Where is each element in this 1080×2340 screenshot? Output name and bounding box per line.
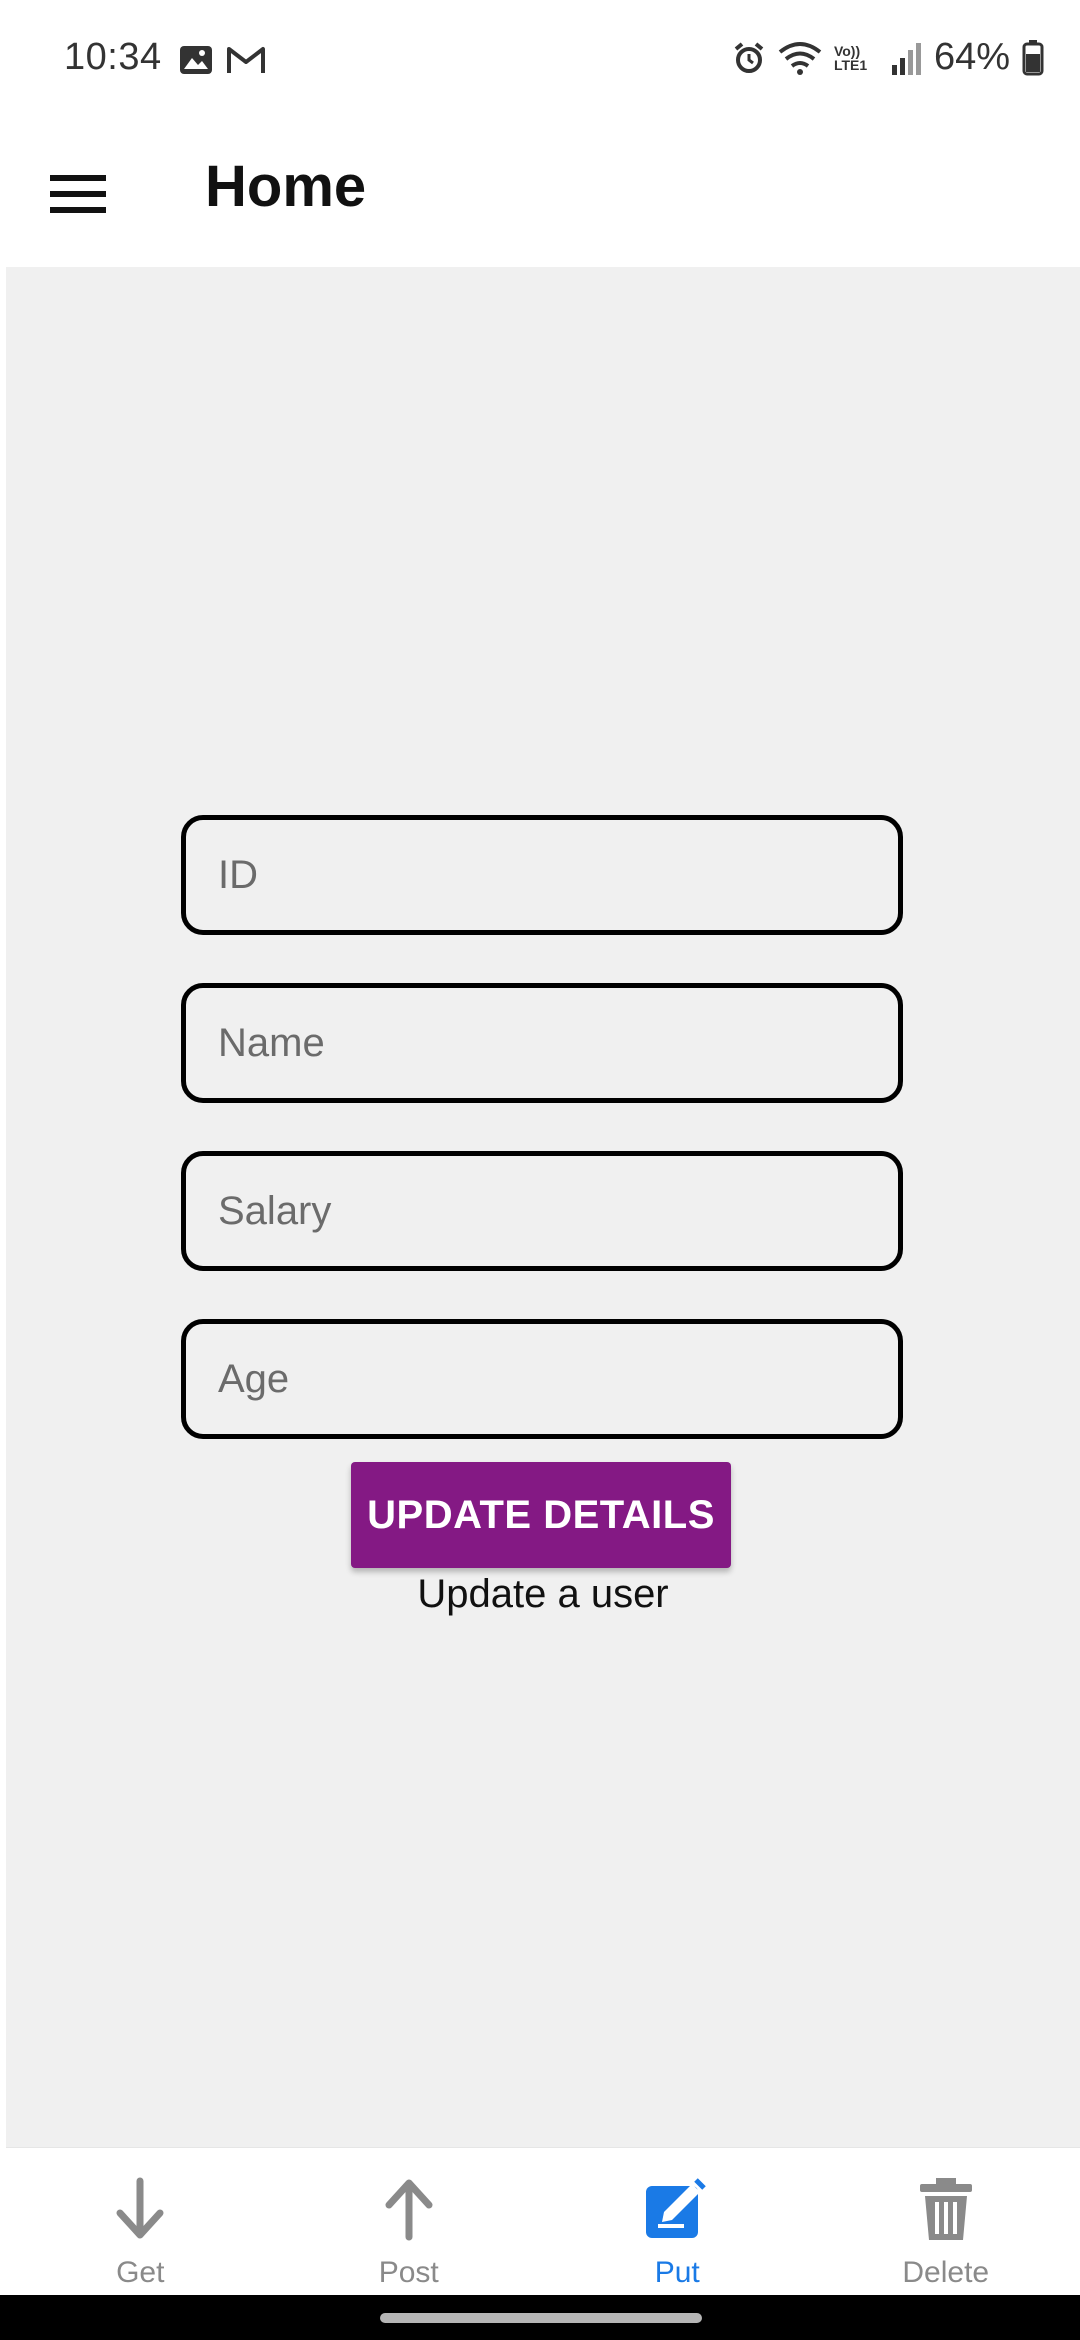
age-field[interactable] [181,1319,903,1439]
tab-get[interactable]: Get [6,2148,275,2296]
tab-post[interactable]: Post [275,2148,544,2296]
status-indicators: Vo)) LTE1 64% [732,36,1044,79]
salary-input[interactable] [186,1156,898,1266]
status-time: 10:34 [64,36,162,78]
bottom-navigation: Get Post Put Delete [6,2147,1080,2296]
battery-icon [1022,39,1044,75]
app-bar: Home [0,125,1080,267]
gallery-icon [180,46,212,74]
age-input[interactable] [186,1324,898,1434]
id-field[interactable] [181,815,903,935]
tab-put-label: Put [654,2256,700,2289]
status-bar: 10:34 Vo)) LTE1 64% [0,0,1080,125]
update-details-button[interactable]: UPDATE DETAILS [351,1462,731,1568]
arrow-up-icon [385,2179,433,2241]
signal-icon [891,42,921,75]
page-title: Home [205,154,367,219]
id-input[interactable] [186,820,898,930]
arrow-down-icon [116,2177,164,2239]
hamburger-menu-icon [50,175,106,213]
tab-get-label: Get [116,2256,165,2289]
edit-icon [646,2178,707,2238]
tab-post-label: Post [378,2256,439,2289]
home-gesture-handle[interactable] [380,2313,702,2323]
name-input[interactable] [186,988,898,1098]
tab-delete-label: Delete [902,2256,990,2289]
salary-field[interactable] [181,1151,903,1271]
tab-delete[interactable]: Delete [812,2148,1080,2296]
main-content: UPDATE DETAILS Update a user [6,267,1080,2147]
network-type-label: Vo)) LTE1 [833,42,868,73]
alarm-icon [734,41,764,73]
form-caption: Update a user [417,1572,669,1616]
tab-put[interactable]: Put [543,2148,812,2296]
battery-percent: 64% [933,36,1010,78]
notification-icons [178,44,266,76]
gmail-icon [227,47,265,73]
name-field[interactable] [181,983,903,1103]
menu-button[interactable] [44,159,114,229]
wifi-icon [778,41,822,75]
trash-icon [919,2178,972,2240]
gesture-navigation-area [0,2295,1080,2340]
